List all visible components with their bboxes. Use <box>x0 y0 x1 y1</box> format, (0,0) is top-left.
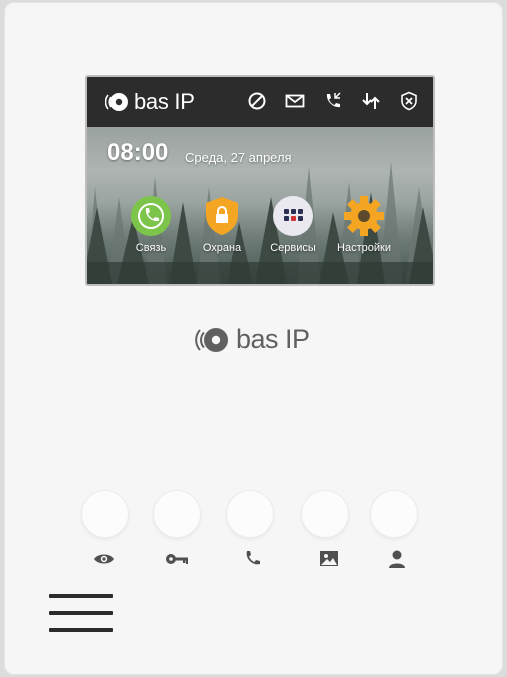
clock-time: 08:00 <box>107 139 169 166</box>
app-label: Настройки <box>337 242 391 254</box>
person-icon <box>386 549 408 569</box>
menu-icon[interactable] <box>49 594 113 632</box>
watch-button[interactable] <box>82 491 128 537</box>
image-icon <box>318 549 340 569</box>
shield-disarm-icon[interactable] <box>399 91 419 111</box>
security-lock-icon <box>201 195 243 237</box>
gear-icon <box>343 195 385 237</box>
basip-logo-icon <box>195 327 228 352</box>
app-label: Сервисы <box>270 242 316 254</box>
app-communication[interactable]: Связь <box>111 195 191 254</box>
call-log-icon[interactable] <box>323 91 343 111</box>
profile-button[interactable] <box>371 491 417 537</box>
eye-icon <box>93 549 115 569</box>
basip-logo-icon <box>105 93 128 111</box>
app-services[interactable]: Сервисы <box>253 195 333 254</box>
gallery-button[interactable] <box>302 491 348 537</box>
screen-brand-text: bas IP <box>134 89 195 114</box>
phone-icon <box>242 549 264 569</box>
app-security[interactable]: Охрана <box>182 195 262 254</box>
app-label: Охрана <box>202 242 242 254</box>
call-button[interactable] <box>227 491 273 537</box>
app-settings[interactable]: Настройки <box>324 195 404 254</box>
app-label: Связь <box>135 242 167 254</box>
grid-icon <box>272 195 314 237</box>
phone-icon <box>130 195 172 237</box>
device-logo: bas IP <box>194 324 310 355</box>
sync-icon[interactable] <box>361 91 381 111</box>
display-screen: bas IP 08:00 Среда, 27 апреля Связь Охра… <box>85 75 435 286</box>
status-bar: bas IP <box>87 77 433 127</box>
screen-logo: bas IP <box>105 89 195 114</box>
unlock-button[interactable] <box>154 491 200 537</box>
clock-date: Среда, 27 апреля <box>185 150 292 165</box>
intercom-device: bas IP 08:00 Среда, 27 апреля Связь Охра… <box>4 2 503 675</box>
key-icon <box>164 549 190 569</box>
device-brand-text: bas IP <box>236 324 310 354</box>
no-disturb-icon[interactable] <box>247 91 267 111</box>
envelope-icon[interactable] <box>285 91 305 111</box>
